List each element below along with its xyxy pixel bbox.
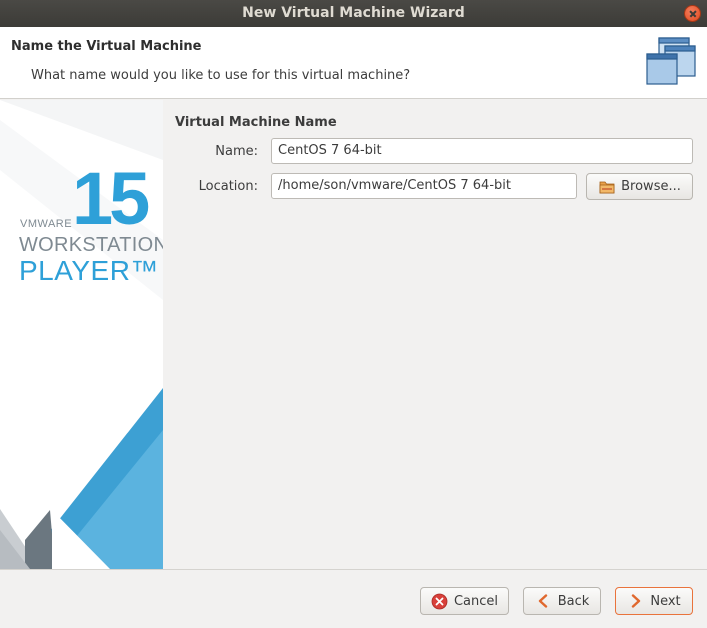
product-line-text: WORKSTATION [19, 234, 163, 256]
chevron-right-icon [627, 593, 644, 610]
chevron-left-icon [535, 593, 552, 610]
folder-icon [598, 178, 615, 195]
next-button[interactable]: Next [615, 587, 693, 615]
cancel-button[interactable]: Cancel [420, 587, 509, 615]
product-name-text: PLAYER™ [19, 255, 159, 286]
browse-label: Browse... [621, 179, 681, 194]
back-button[interactable]: Back [523, 587, 601, 615]
close-window-button[interactable] [684, 5, 701, 22]
window-title: New Virtual Machine Wizard [242, 5, 465, 21]
page-subtitle: What name would you like to use for this… [31, 68, 411, 83]
stacked-windows-icon [646, 37, 696, 85]
location-label: Location: [198, 179, 258, 194]
browse-button[interactable]: Browse... [586, 173, 693, 200]
footer-divider [0, 569, 707, 570]
cancel-circle-icon [431, 593, 448, 610]
wizard-header: Name the Virtual Machine What name would… [0, 27, 707, 99]
vm-name-input[interactable]: CentOS 7 64-bit [271, 138, 693, 164]
branding-sidebar: 15 VMWARE WORKSTATION PLAYER™ [0, 100, 163, 569]
wizard-window: New Virtual Machine Wizard Name the Virt… [0, 0, 707, 628]
section-title: Virtual Machine Name [175, 115, 337, 130]
back-label: Back [557, 593, 590, 609]
page-title: Name the Virtual Machine [11, 39, 202, 54]
vendor-logo-text: VMWARE [20, 218, 73, 230]
next-label: Next [650, 593, 681, 609]
cancel-label: Cancel [453, 593, 499, 609]
version-number: 15 [72, 157, 150, 240]
vm-location-input[interactable]: /home/son/vmware/CentOS 7 64-bit [271, 173, 577, 199]
title-bar: New Virtual Machine Wizard [0, 0, 707, 27]
name-label: Name: [215, 144, 258, 159]
